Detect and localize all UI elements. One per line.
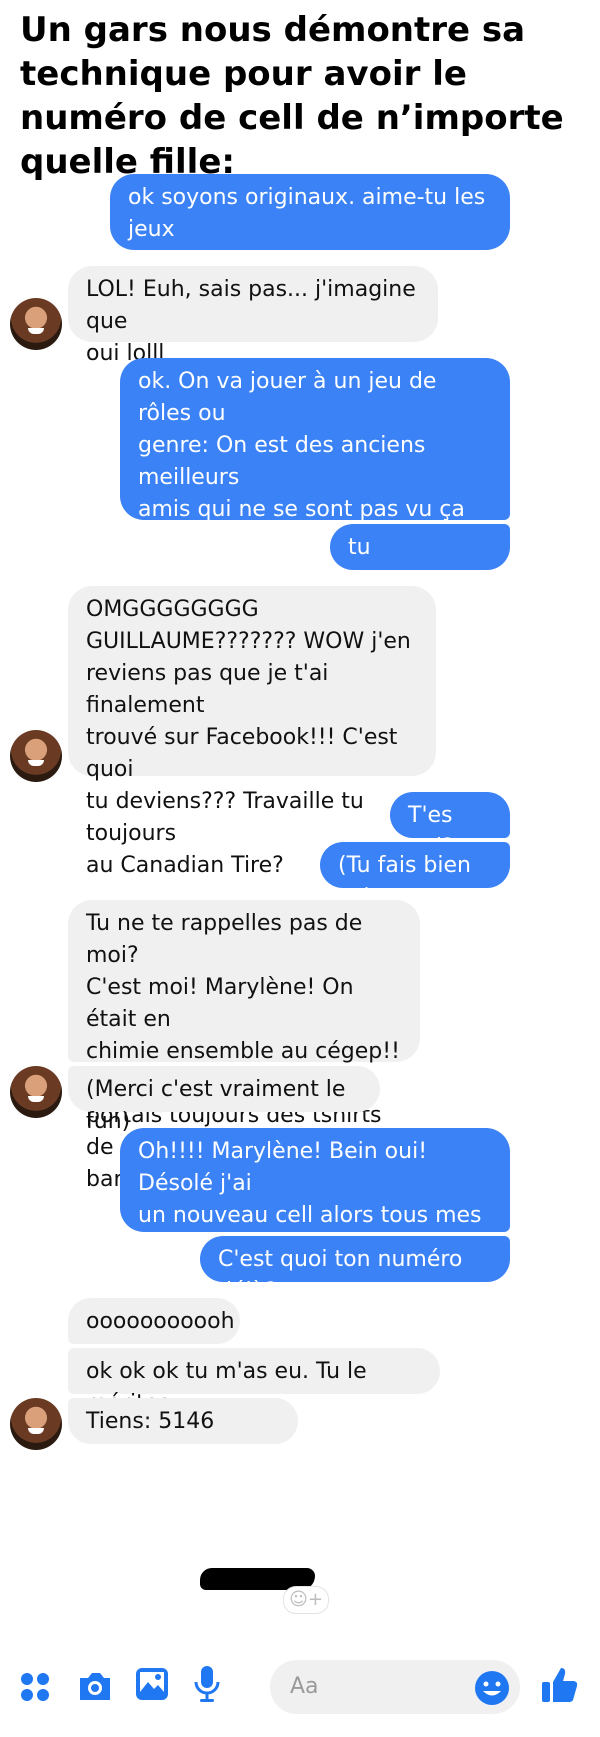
message-bubble-incoming[interactable]: ok ok ok tu m'as eu. Tu le mérites. (68, 1348, 440, 1416)
contact-avatar[interactable] (10, 1398, 62, 1450)
add-reaction-icon[interactable]: ☺+ (283, 1586, 329, 1614)
apps-icon[interactable] (18, 1670, 52, 1704)
contact-avatar[interactable] (10, 1066, 62, 1118)
microphone-icon[interactable] (192, 1664, 222, 1704)
message-bubble-incoming[interactable]: Tiens: 5146 (68, 1398, 298, 1444)
message-bubble-outgoing[interactable]: tu commences (330, 524, 510, 592)
message-bubble-outgoing[interactable]: Oh!!!! Marylène! Bein oui! Désolé j'ai u… (120, 1128, 510, 1292)
message-input-placeholder: Aa (290, 1674, 319, 1699)
message-bubble-outgoing[interactable]: ok. On va jouer à un jeu de rôles ou gen… (120, 358, 510, 618)
message-bubble-incoming[interactable]: ooooooooooh (68, 1298, 240, 1344)
message-bubble-outgoing[interactable]: ok soyons originaux. aime-tu les jeux de… (110, 174, 510, 274)
message-bubble-incoming[interactable]: Tu ne te rappelles pas de moi? C'est moi… (68, 900, 420, 1192)
camera-icon[interactable] (76, 1668, 114, 1704)
emoji-icon[interactable] (474, 1670, 510, 1706)
message-bubble-outgoing[interactable]: T'es qui? (390, 792, 510, 860)
contact-avatar[interactable] (10, 730, 62, 782)
thumbs-up-icon[interactable] (540, 1664, 580, 1704)
message-bubble-incoming[interactable]: OMGGGGGGGG GUILLAUME??????? WOW j'en rev… (68, 586, 436, 878)
message-bubble-outgoing[interactable]: C'est quoi ton numéro déjà? (200, 1236, 510, 1304)
image-icon[interactable] (134, 1666, 170, 1702)
composer-bar: Aa (0, 1642, 600, 1737)
contact-avatar[interactable] (10, 298, 62, 350)
message-bubble-incoming[interactable]: LOL! Euh, sais pas... j'imagine que oui … (68, 266, 438, 366)
message-bubble-incoming[interactable]: (Merci c'est vraiment le fun) (68, 1066, 380, 1134)
headline: Un gars nous démontre sa technique pour … (20, 10, 564, 182)
message-bubble-outgoing[interactable]: (Tu fais bien ça) (320, 842, 510, 910)
